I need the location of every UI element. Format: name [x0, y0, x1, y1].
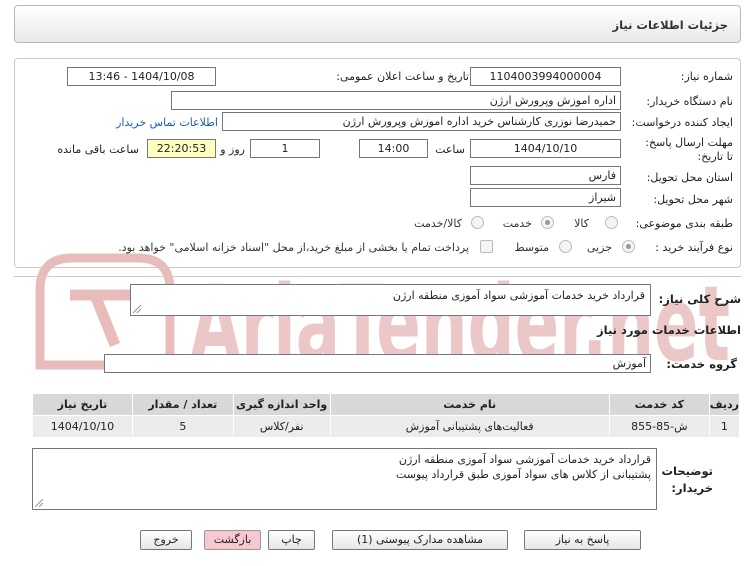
remaining-label: ساعت باقی مانده	[57, 143, 139, 156]
buyer-contact-link[interactable]: اطلاعات تماس خریدار	[116, 116, 218, 129]
cell-unit: نفر/کلاس	[232, 415, 331, 438]
col-qty: تعداد / مقدار	[131, 393, 234, 416]
treasury-payment-note: پرداخت تمام یا بخشی از مبلغ خرید،از محل …	[118, 241, 469, 254]
col-date: تاریخ نیاز	[32, 393, 133, 416]
service-group-label: گروه خدمت:	[666, 357, 737, 371]
announce-label: تاریخ و ساعت اعلان عمومی:	[336, 70, 469, 83]
print-button[interactable]: چاپ	[268, 530, 315, 550]
reply-button[interactable]: پاسخ به نیاز	[524, 530, 641, 550]
need-number-field[interactable]: 1104003994000004	[470, 67, 621, 86]
description-text: قرارداد خرید خدمات آموزشی سواد آموزی منط…	[392, 289, 645, 302]
cell-qty: 5	[131, 415, 234, 438]
service-group-field[interactable]: آموزش	[104, 354, 651, 373]
description-label: شرح کلی نیاز:	[658, 292, 741, 306]
resize-handle-icon[interactable]	[133, 305, 141, 313]
page-title: جزئیات اطلاعات نیاز	[612, 18, 728, 32]
category-label: طبقه بندی موضوعی:	[635, 217, 733, 230]
table-row: 1 ش-85-855 فعالیت‌های پشتیبانی آموزش نفر…	[32, 415, 741, 438]
creator-label: ایجاد کننده درخواست:	[631, 116, 733, 129]
buyer-org-field[interactable]: اداره اموزش وپرورش ارژن	[171, 91, 621, 110]
remaining-time-field: 22:20:53	[147, 139, 216, 158]
buyer-notes-line2: پشتیبانی از کلاس های سواد آموزی طبق قرار…	[395, 468, 651, 481]
cell-row: 1	[708, 415, 741, 438]
col-row: ردیف	[708, 393, 741, 416]
exit-button[interactable]: خروج	[140, 530, 192, 550]
city-label: شهر محل تحویل:	[653, 193, 733, 206]
deadline-time-field[interactable]: 14:00	[359, 139, 428, 158]
buyer-notes-label-line1: توضیحات	[661, 464, 714, 478]
treasury-payment-checkbox[interactable]	[480, 240, 493, 253]
category-option-goods-service: کالا/خدمت	[414, 217, 462, 230]
col-code: کد خدمت	[608, 393, 710, 416]
category-radio-goods-service[interactable]	[471, 216, 484, 229]
services-section-title: اطلاعات خدمات مورد نیاز	[597, 323, 741, 337]
process-radio-minor[interactable]	[622, 240, 635, 253]
back-button[interactable]: بازگشت	[204, 530, 261, 550]
buyer-org-label: نام دستگاه خریدار:	[646, 95, 733, 108]
category-option-service: خدمت	[502, 217, 532, 230]
process-option-medium: متوسط	[514, 241, 549, 254]
services-table-header: ردیف کد خدمت نام خدمت واحد اندازه گیری ت…	[32, 393, 741, 416]
city-field[interactable]: شیراز	[470, 188, 621, 207]
process-option-minor: جزیی	[586, 241, 612, 254]
category-radio-goods[interactable]	[605, 216, 618, 229]
col-unit: واحد اندازه گیری	[232, 393, 331, 416]
days-field[interactable]: 1	[250, 139, 320, 158]
title-bar: جزئیات اطلاعات نیاز	[14, 5, 741, 43]
process-label: نوع فرآیند خرید :	[655, 241, 733, 254]
announce-field[interactable]: 1404/10/08 - 13:46	[67, 67, 216, 86]
resize-handle-icon[interactable]	[35, 499, 43, 507]
deadline-date-field[interactable]: 1404/10/10	[470, 139, 621, 158]
process-radio-medium[interactable]	[559, 240, 572, 253]
deadline-time-label: ساعت	[435, 143, 465, 156]
col-name: نام خدمت	[329, 393, 610, 416]
description-textarea[interactable]: قرارداد خرید خدمات آموزشی سواد آموزی منط…	[130, 284, 651, 316]
cell-code: ش-85-855	[608, 415, 710, 438]
need-number-label: شماره نیاز:	[680, 70, 733, 83]
category-radio-service[interactable]	[541, 216, 554, 229]
province-label: استان محل تحویل:	[646, 171, 733, 184]
deadline-label: مهلت ارسال پاسخ: تا تاریخ:	[645, 136, 733, 163]
province-field[interactable]: فارس	[470, 166, 621, 185]
cell-name: فعالیت‌های پشتیبانی آموزش	[329, 415, 610, 438]
category-option-goods: کالا	[574, 217, 589, 230]
buyer-notes-line1: قرارداد خرید خدمات آموزشی سواد آموزی منط…	[398, 453, 651, 466]
cell-date: 1404/10/10	[32, 415, 133, 438]
attachments-button[interactable]: مشاهده مدارک پیوستی (1)	[332, 530, 508, 550]
services-table: ردیف کد خدمت نام خدمت واحد اندازه گیری ت…	[32, 393, 741, 438]
info-panel	[14, 58, 741, 268]
days-label: روز و	[220, 143, 245, 156]
buyer-notes-label-line2: خریدار:	[671, 481, 713, 495]
buyer-notes-textarea[interactable]: قرارداد خرید خدمات آموزشی سواد آموزی منط…	[32, 448, 657, 510]
divider	[14, 276, 741, 277]
creator-field[interactable]: حمیدرضا نوزری کارشناس خرید اداره اموزش و…	[222, 112, 621, 131]
